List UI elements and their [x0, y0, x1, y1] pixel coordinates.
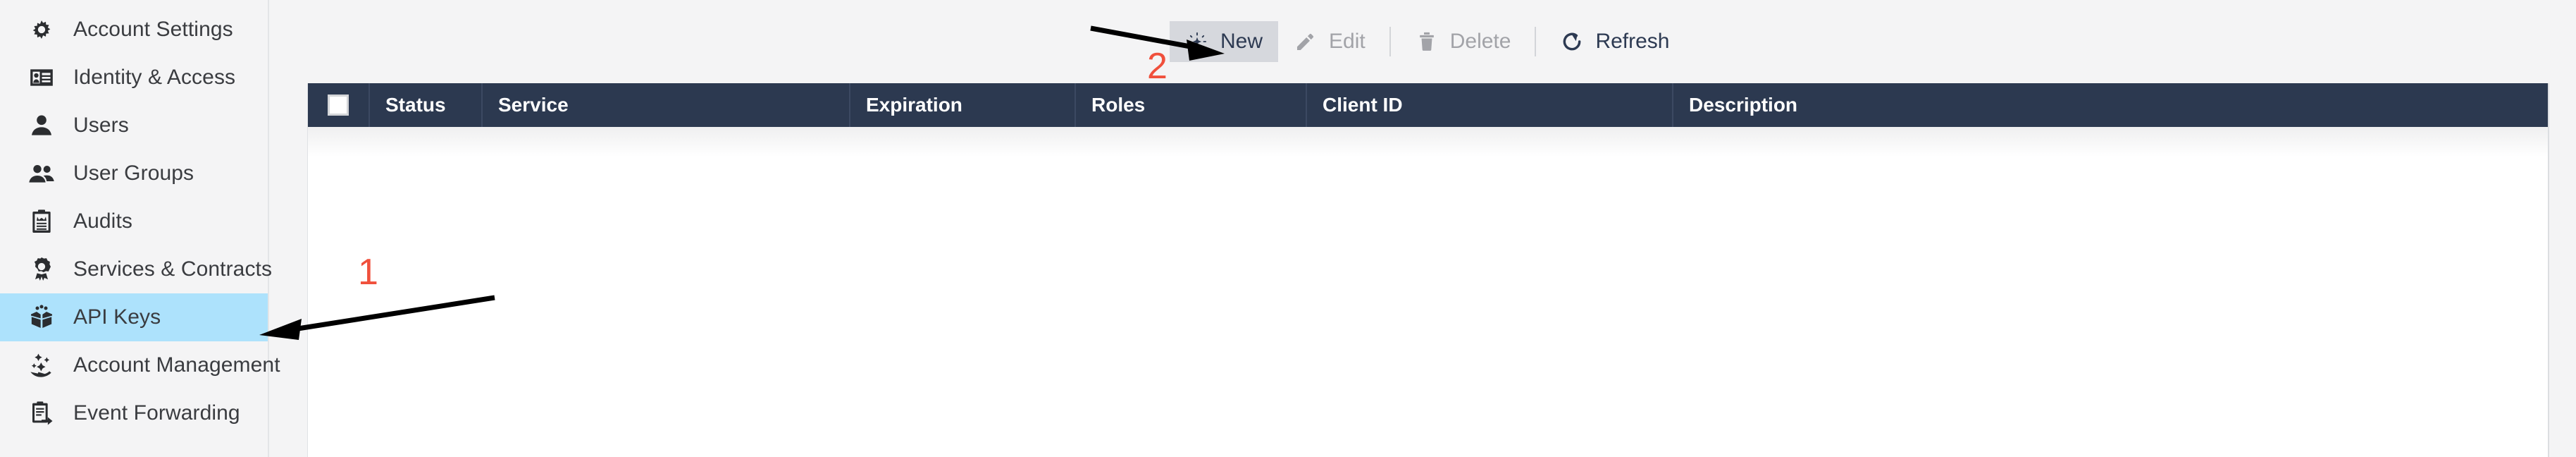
- clipboard-arrow-icon: [25, 397, 58, 429]
- column-header-label: Expiration: [866, 94, 962, 116]
- table-toolbar: New Edit Delete Refresh: [269, 0, 2576, 83]
- user-icon: [25, 109, 58, 142]
- refresh-button-label: Refresh: [1595, 30, 1670, 53]
- sidebar-item-label: Event Forwarding: [73, 401, 240, 425]
- new-button[interactable]: New: [1170, 21, 1279, 62]
- column-header-status[interactable]: Status: [370, 83, 483, 127]
- sparkle-icon: [1185, 30, 1209, 54]
- sidebar-item-users[interactable]: Users: [0, 102, 268, 150]
- column-header-select-all: [308, 83, 370, 127]
- trash-icon: [1415, 30, 1439, 54]
- app-root: Account Settings Identity & Access Users…: [0, 0, 2576, 457]
- column-header-label: Client ID: [1323, 94, 1403, 116]
- toolbar-separator: [1389, 27, 1391, 56]
- sidebar-item-audits[interactable]: Audits: [0, 197, 268, 245]
- sidebar-item-account-settings[interactable]: Account Settings: [0, 6, 268, 54]
- sidebar-item-identity-access[interactable]: Identity & Access: [0, 54, 268, 102]
- hand-sparkles-icon: [25, 349, 58, 382]
- sidebar-item-label: Audits: [73, 209, 132, 233]
- column-header-label: Status: [385, 94, 446, 116]
- sidebar-item-services-contracts[interactable]: Services & Contracts: [0, 245, 272, 293]
- sidebar-item-account-management[interactable]: Account Management: [0, 341, 280, 389]
- edit-button[interactable]: Edit: [1278, 21, 1381, 62]
- pencil-icon: [1294, 30, 1318, 54]
- sidebar-item-label: User Groups: [73, 162, 194, 185]
- edit-button-label: Edit: [1329, 30, 1366, 53]
- gear-icon: [25, 13, 58, 46]
- table-body-empty: [308, 127, 2548, 457]
- refresh-icon: [1560, 30, 1584, 54]
- sidebar: Account Settings Identity & Access Users…: [0, 0, 280, 457]
- refresh-button[interactable]: Refresh: [1544, 21, 1685, 62]
- select-all-checkbox[interactable]: [328, 95, 349, 116]
- new-button-label: New: [1220, 30, 1263, 53]
- api-keys-table: Status Service Expiration Roles Client I…: [307, 83, 2549, 457]
- sidebar-item-event-forwarding[interactable]: Event Forwarding: [0, 389, 268, 437]
- column-header-label: Description: [1689, 94, 1798, 116]
- column-header-expiration[interactable]: Expiration: [850, 83, 1076, 127]
- delete-button[interactable]: Delete: [1399, 21, 1527, 62]
- clipboard-audit-icon: [25, 205, 58, 238]
- sidebar-item-label: Account Management: [73, 353, 280, 377]
- column-header-client-id[interactable]: Client ID: [1307, 83, 1673, 127]
- column-header-description[interactable]: Description: [1673, 83, 2548, 127]
- open-box-icon: [25, 301, 58, 334]
- sidebar-item-label: API Keys: [73, 305, 161, 329]
- column-header-label: Roles: [1091, 94, 1146, 116]
- sidebar-item-label: Identity & Access: [73, 66, 236, 89]
- column-header-label: Service: [498, 94, 569, 116]
- toolbar-separator: [1535, 27, 1537, 56]
- sidebar-item-label: Users: [73, 114, 129, 137]
- users-group-icon: [25, 157, 58, 190]
- sidebar-item-user-groups[interactable]: User Groups: [0, 150, 268, 197]
- table-header-row: Status Service Expiration Roles Client I…: [308, 83, 2548, 127]
- column-header-service[interactable]: Service: [483, 83, 850, 127]
- sidebar-item-api-keys[interactable]: API Keys: [0, 293, 268, 341]
- sidebar-item-label: Services & Contracts: [73, 257, 273, 281]
- main-content: New Edit Delete Refresh Status Service E…: [269, 0, 2576, 457]
- award-ribbon-icon: [25, 253, 58, 286]
- delete-button-label: Delete: [1449, 30, 1511, 53]
- id-card-icon: [25, 61, 58, 94]
- column-header-roles[interactable]: Roles: [1076, 83, 1307, 127]
- sidebar-item-label: Account Settings: [73, 18, 233, 41]
